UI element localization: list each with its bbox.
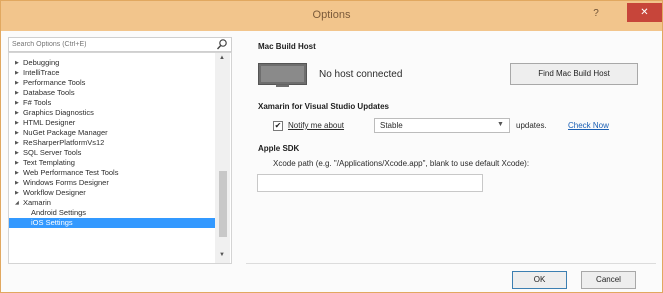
window-title: Options — [312, 9, 351, 21]
tree-item-label: Workflow Designer — [23, 188, 86, 197]
tree-item-label: Debugging — [23, 58, 60, 67]
scroll-down-arrow-icon[interactable]: ▼ — [219, 252, 225, 258]
collapsed-arrow-icon[interactable]: ▶ — [15, 188, 19, 198]
collapsed-arrow-icon[interactable]: ▶ — [15, 68, 19, 78]
tree-item-label: Web Performance Test Tools — [23, 168, 119, 177]
collapsed-arrow-icon[interactable]: ▶ — [15, 178, 19, 188]
tree-item-label: Android Settings — [31, 208, 87, 217]
tree-item-label: Database Tools — [23, 88, 75, 97]
tree-item-windows-forms-designer[interactable]: ▶ Windows Forms Designer — [9, 178, 215, 188]
updates-heading: Xamarin for Visual Studio Updates — [258, 102, 389, 111]
collapsed-arrow-icon[interactable]: ▶ — [15, 118, 19, 128]
tree-scrollbar[interactable]: ▲ ▼ — [215, 53, 230, 263]
collapsed-arrow-icon[interactable]: ▶ — [15, 148, 19, 158]
tree-item-label: Windows Forms Designer — [23, 178, 109, 187]
collapsed-arrow-icon[interactable]: ▶ — [15, 138, 19, 148]
tree-item-intellitrace[interactable]: ▶ IntelliTrace — [9, 68, 215, 78]
collapsed-arrow-icon[interactable]: ▶ — [15, 168, 19, 178]
collapsed-arrow-icon[interactable]: ▶ — [15, 58, 19, 68]
tree-item-text-templating[interactable]: ▶ Text Templating — [9, 158, 215, 168]
search-box[interactable] — [8, 37, 232, 52]
collapsed-arrow-icon[interactable]: ▶ — [15, 158, 19, 168]
collapsed-arrow-icon[interactable]: ▶ — [15, 98, 19, 108]
close-button[interactable]: ✕ — [627, 3, 662, 22]
options-dialog: Options ? ✕ ▶ Debugging ▶ IntelliTrace ▶ Perf… — [0, 0, 663, 293]
scroll-up-arrow-icon[interactable]: ▲ — [219, 55, 225, 61]
tree-item-web-performance-test-tools[interactable]: ▶ Web Performance Test Tools — [9, 168, 215, 178]
tree-item-label: IntelliTrace — [23, 68, 60, 77]
tree-item-workflow-designer[interactable]: ▶ Workflow Designer — [9, 188, 215, 198]
chevron-down-icon: ▼ — [497, 121, 504, 128]
scroll-thumb[interactable] — [219, 171, 227, 237]
xcode-path-label: Xcode path (e.g. "/Applications/Xcode.ap… — [273, 159, 530, 168]
tree-item-label: F# Tools — [23, 98, 52, 107]
tree-item-label: SQL Server Tools — [23, 148, 82, 157]
collapsed-arrow-icon[interactable]: ▶ — [15, 78, 19, 88]
check-now-link[interactable]: Check Now — [568, 121, 609, 130]
tree-item-label: HTML Designer — [23, 118, 76, 127]
tree-item-database-tools[interactable]: ▶ Database Tools — [9, 88, 215, 98]
footer-divider — [246, 263, 656, 264]
help-button[interactable]: ? — [589, 7, 603, 21]
tree-item-label: NuGet Package Manager — [23, 128, 108, 137]
collapsed-arrow-icon[interactable]: ▶ — [15, 108, 19, 118]
collapsed-arrow-icon[interactable]: ▶ — [15, 128, 19, 138]
notify-label[interactable]: Notify me about — [288, 121, 344, 130]
update-channel-value: Stable — [380, 121, 403, 130]
tree-item-html-designer[interactable]: ▶ HTML Designer — [9, 118, 215, 128]
tree-item-performance-tools[interactable]: ▶ Performance Tools — [9, 78, 215, 88]
tree-item-sql-server-tools[interactable]: ▶ SQL Server Tools — [9, 148, 215, 158]
notify-checkbox[interactable]: ✔ — [273, 121, 283, 131]
tree-item-xamarin[interactable]: ◢ Xamarin — [9, 198, 215, 208]
apple-sdk-heading: Apple SDK — [258, 144, 300, 153]
tree-item-android-settings[interactable]: Android Settings — [9, 208, 215, 218]
tree-item-graphics-diagnostics[interactable]: ▶ Graphics Diagnostics — [9, 108, 215, 118]
search-input[interactable] — [12, 39, 202, 50]
tree-item-f-tools[interactable]: ▶ F# Tools — [9, 98, 215, 108]
tree-item-resharperplatformvs12[interactable]: ▶ ReSharperPlatformVs12 — [9, 138, 215, 148]
tree-item-ios-settings[interactable]: iOS Settings — [9, 218, 215, 228]
tree-item-label: iOS Settings — [31, 218, 73, 227]
find-mac-build-host-button[interactable]: Find Mac Build Host — [510, 63, 638, 85]
search-icon[interactable] — [216, 38, 228, 51]
tree-item-debugging[interactable]: ▶ Debugging — [9, 58, 215, 68]
options-tree: ▶ Debugging ▶ IntelliTrace ▶ Performance Tool… — [8, 52, 232, 264]
ok-button[interactable]: OK — [512, 271, 567, 289]
expanded-arrow-icon[interactable]: ◢ — [15, 198, 19, 208]
title-bar[interactable]: Options ? ✕ — [1, 1, 662, 31]
collapsed-arrow-icon[interactable]: ▶ — [15, 88, 19, 98]
tree-item-label: Graphics Diagnostics — [23, 108, 94, 117]
host-status: No host connected — [319, 69, 403, 80]
tree-item-label: Performance Tools — [23, 78, 86, 87]
updates-suffix-label: updates. — [516, 121, 547, 130]
monitor-icon — [258, 63, 307, 87]
mac-build-host-heading: Mac Build Host — [258, 42, 316, 51]
tree-item-label: Text Templating — [23, 158, 75, 167]
update-channel-select[interactable]: Stable ▼ — [374, 118, 510, 133]
tree-item-label: Xamarin — [23, 198, 51, 207]
tree-item-nuget-package-manager[interactable]: ▶ NuGet Package Manager — [9, 128, 215, 138]
tree-item-label: ReSharperPlatformVs12 — [23, 138, 105, 147]
cancel-button[interactable]: Cancel — [581, 271, 636, 289]
xcode-path-input[interactable] — [257, 174, 483, 192]
